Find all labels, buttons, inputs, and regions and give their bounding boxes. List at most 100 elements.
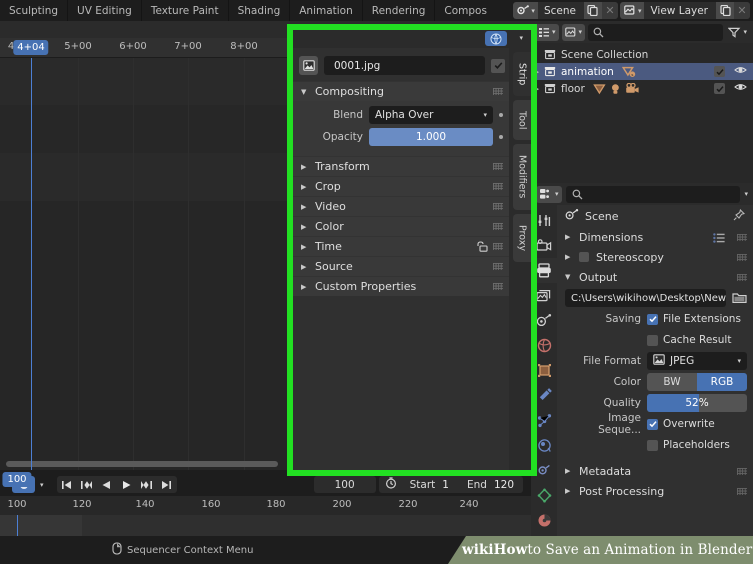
- workspace-tab-animation[interactable]: Animation: [289, 0, 362, 21]
- output-path-field[interactable]: C:\Users\wikihow\Desktop\New f...: [565, 289, 726, 307]
- opacity-slider[interactable]: 1.000: [369, 127, 493, 146]
- view-layer-datablock[interactable]: ▾ View Layer ✕: [619, 2, 750, 19]
- drag-grip-icon[interactable]: [737, 273, 747, 281]
- drag-grip-icon[interactable]: [737, 233, 747, 241]
- jump-to-end-button[interactable]: [157, 476, 177, 493]
- use-preview-range-icon[interactable]: [379, 477, 401, 492]
- drag-grip-icon[interactable]: [493, 163, 503, 170]
- world-icon[interactable]: [485, 31, 507, 46]
- outliner-row-floor[interactable]: ▶ floor: [531, 80, 753, 97]
- outliner-row-scene-collection[interactable]: Scene Collection: [531, 46, 753, 63]
- section-header-output[interactable]: ▼ Output: [557, 267, 753, 287]
- drag-grip-icon[interactable]: [493, 263, 503, 270]
- sequencer-horizontal-scrollbar[interactable]: [6, 461, 278, 467]
- chevron-down-icon[interactable]: ▾: [40, 481, 44, 489]
- drag-grip-icon[interactable]: [737, 487, 747, 495]
- drag-grip-icon[interactable]: [737, 467, 747, 475]
- color-option-bw[interactable]: BW: [647, 373, 697, 391]
- section-header-stereoscopy[interactable]: ▶ Stereoscopy: [557, 247, 753, 267]
- panel-header-color[interactable]: ▶ Color: [293, 216, 509, 236]
- color-option-rgb[interactable]: RGB: [697, 373, 747, 391]
- outliner-filter-button[interactable]: ▾: [726, 24, 749, 41]
- folder-icon[interactable]: [732, 289, 747, 308]
- section-header-dimensions[interactable]: ▶ Dimensions: [557, 227, 753, 247]
- strip-enabled-checkbox[interactable]: [491, 58, 505, 73]
- section-header-post-processing[interactable]: ▶ Post Processing: [557, 481, 753, 501]
- sidebar-tab-strip[interactable]: Strip: [513, 52, 531, 96]
- scene-icon[interactable]: ▾: [513, 2, 538, 19]
- stereoscopy-checkbox[interactable]: [579, 252, 589, 262]
- new-view-layer-icon[interactable]: [716, 2, 734, 19]
- checkbox-icon[interactable]: [647, 418, 658, 430]
- eye-icon[interactable]: [734, 82, 747, 95]
- outliner-id-filter-button[interactable]: ▾: [561, 23, 586, 41]
- blend-dropdown[interactable]: Alpha Over ▾: [369, 105, 493, 124]
- new-scene-icon[interactable]: [583, 2, 602, 19]
- timeline-ruler[interactable]: 100 120 140 160 180 200 220 240: [0, 496, 531, 515]
- placeholders-checkbox-row[interactable]: Placeholders: [647, 439, 730, 451]
- close-icon[interactable]: ✕: [601, 2, 618, 19]
- section-header-metadata[interactable]: ▶ Metadata: [557, 461, 753, 481]
- panel-header-transform[interactable]: ▶ Transform: [293, 156, 509, 176]
- view-layer-icon[interactable]: ▾: [619, 2, 645, 19]
- opacity-animate-dot[interactable]: [499, 134, 503, 139]
- properties-search-input[interactable]: [565, 185, 741, 203]
- scene-datablock[interactable]: ▾ Scene ✕: [513, 2, 618, 19]
- play-reverse-button[interactable]: [97, 476, 117, 493]
- checkbox-icon[interactable]: [647, 313, 658, 325]
- properties-tab-data[interactable]: [531, 483, 557, 508]
- drag-grip-icon[interactable]: [493, 183, 503, 190]
- chevron-down-icon[interactable]: ▾: [744, 190, 748, 198]
- timeline-current-frame-indicator[interactable]: 100: [2, 472, 32, 487]
- eye-icon[interactable]: [734, 65, 747, 78]
- drag-grip-icon[interactable]: [493, 203, 503, 210]
- drag-grip-icon[interactable]: [493, 283, 503, 290]
- panel-header-time[interactable]: ▶ Time: [293, 236, 509, 256]
- workspace-tab-texture-paint[interactable]: Texture Paint: [140, 0, 228, 21]
- checkbox-icon[interactable]: [647, 439, 658, 451]
- outliner-row-animation[interactable]: ▶ animation s: [531, 63, 753, 80]
- current-frame-field[interactable]: 100: [313, 476, 376, 493]
- end-value[interactable]: 120: [494, 479, 523, 491]
- drag-grip-icon[interactable]: [493, 223, 503, 230]
- drag-grip-icon[interactable]: [737, 253, 747, 261]
- timeline-canvas[interactable]: [0, 515, 531, 536]
- file-extensions-checkbox-row[interactable]: File Extensions: [647, 313, 741, 325]
- pin-icon[interactable]: [733, 208, 746, 224]
- workspace-tab-shading[interactable]: Shading: [227, 0, 290, 21]
- checkbox-icon[interactable]: [647, 334, 658, 346]
- properties-tab-material[interactable]: [531, 508, 557, 533]
- panel-header-custom-properties[interactable]: ▶ Custom Properties: [293, 276, 509, 296]
- workspace-tab-uv-editing[interactable]: UV Editing: [67, 0, 141, 21]
- properties-editor-type-button[interactable]: ▾: [536, 185, 562, 203]
- outliner-search-input[interactable]: [588, 23, 724, 41]
- chevron-down-icon[interactable]: ▾: [519, 34, 523, 42]
- workspace-tab-compositing[interactable]: Compos: [434, 0, 496, 21]
- jump-to-start-button[interactable]: [57, 476, 77, 493]
- overwrite-checkbox-row[interactable]: Overwrite: [647, 418, 715, 430]
- outliner-display-mode-button[interactable]: ▾: [535, 23, 559, 41]
- sequencer-playhead-label[interactable]: 4+04: [13, 40, 49, 55]
- panel-header-compositing[interactable]: ▼ Compositing: [293, 81, 509, 101]
- file-format-dropdown[interactable]: JPEG ▾: [647, 352, 747, 370]
- next-keyframe-button[interactable]: [137, 476, 157, 493]
- close-icon[interactable]: ✕: [734, 2, 750, 19]
- cache-result-checkbox-row[interactable]: Cache Result: [647, 334, 731, 346]
- workspace-tab-sculpting[interactable]: Sculpting: [0, 0, 67, 21]
- workspace-tab-rendering[interactable]: Rendering: [361, 0, 435, 21]
- prev-keyframe-button[interactable]: [77, 476, 97, 493]
- strip-name-field[interactable]: 0001.jpg: [324, 56, 485, 75]
- sidebar-tab-tool[interactable]: Tool: [513, 100, 531, 140]
- checkbox-icon[interactable]: [714, 83, 725, 94]
- panel-header-source[interactable]: ▶ Source: [293, 256, 509, 276]
- drag-grip-icon[interactable]: [493, 88, 503, 95]
- checkbox-icon[interactable]: [714, 66, 725, 77]
- quality-slider[interactable]: 52%: [647, 394, 747, 412]
- sidebar-tab-proxy[interactable]: Proxy: [513, 214, 531, 262]
- drag-grip-icon[interactable]: [493, 243, 503, 250]
- panel-header-video[interactable]: ▶ Video: [293, 196, 509, 216]
- blend-animate-dot[interactable]: [499, 112, 503, 117]
- start-value[interactable]: 1: [442, 479, 458, 491]
- preset-list-icon[interactable]: [713, 232, 725, 243]
- play-button[interactable]: [117, 476, 137, 493]
